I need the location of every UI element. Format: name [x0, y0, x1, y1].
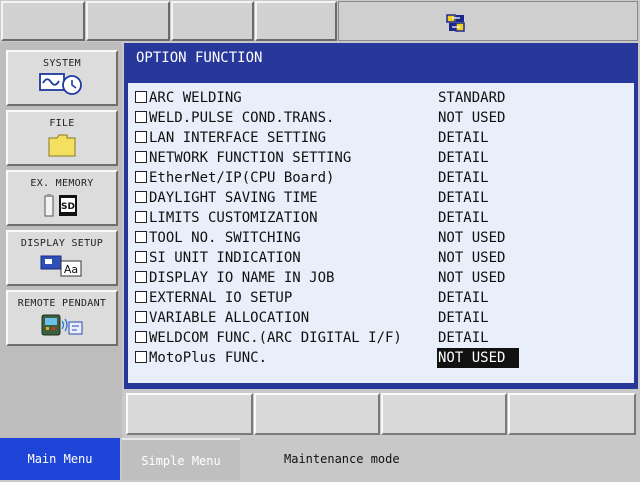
sidebar: SYSTEM FILE EX. MEMORY SD DISPLAY SETUP — [0, 42, 122, 438]
top-button-3[interactable] — [171, 1, 254, 41]
option-name: DISPLAY IO NAME IN JOB — [149, 270, 335, 286]
checkbox[interactable] — [135, 111, 147, 123]
checkbox[interactable] — [135, 191, 147, 203]
sidebar-item-label: FILE — [49, 118, 75, 129]
sd-card-icon: SD — [44, 194, 77, 217]
sidebar-item-label: DISPLAY SETUP — [20, 238, 104, 249]
list-item[interactable]: NETWORK FUNCTION SETTING DETAIL — [135, 148, 630, 168]
option-value[interactable]: STANDARD — [437, 88, 506, 108]
checkbox[interactable] — [135, 351, 147, 363]
softkey-4[interactable] — [508, 393, 636, 435]
list-item[interactable]: MotoPlus FUNC. NOT USED — [135, 348, 630, 368]
top-button-1[interactable] — [1, 1, 85, 41]
option-name: SI UNIT INDICATION — [149, 250, 301, 266]
checkbox[interactable] — [135, 91, 147, 103]
option-name: TOOL NO. SWITCHING — [149, 230, 301, 246]
checkbox[interactable] — [135, 291, 147, 303]
sidebar-item-ex-memory[interactable]: EX. MEMORY SD — [6, 170, 118, 226]
list-item[interactable]: WELDCOM FUNC.(ARC DIGITAL I/F) DETAIL — [135, 328, 630, 348]
list-item[interactable]: DISPLAY IO NAME IN JOB NOT USED — [135, 268, 630, 288]
checkbox[interactable] — [135, 251, 147, 263]
sidebar-item-file[interactable]: FILE — [6, 110, 118, 166]
checkbox[interactable] — [135, 211, 147, 223]
option-name: NETWORK FUNCTION SETTING — [149, 150, 352, 166]
option-value[interactable]: DETAIL — [437, 188, 490, 208]
checkbox[interactable] — [135, 171, 147, 183]
folder-icon — [48, 134, 76, 157]
remote-pendant-icon — [41, 314, 83, 336]
page-title: OPTION FUNCTION — [136, 50, 263, 66]
option-name: MotoPlus FUNC. — [149, 350, 268, 366]
status-area — [338, 1, 638, 41]
sidebar-item-display-setup[interactable]: DISPLAY SETUP Aa — [6, 230, 118, 286]
list-item[interactable]: LIMITS CUSTOMIZATION DETAIL — [135, 208, 630, 228]
list-item[interactable]: VARIABLE ALLOCATION DETAIL — [135, 308, 630, 328]
sidebar-item-system[interactable]: SYSTEM — [6, 50, 118, 106]
top-button-4[interactable] — [255, 1, 337, 41]
option-name: EtherNet/IP(CPU Board) — [149, 170, 335, 186]
sidebar-item-label: EX. MEMORY — [30, 178, 94, 189]
list-item[interactable]: DAYLIGHT SAVING TIME DETAIL — [135, 188, 630, 208]
status-text: Maintenance mode — [242, 438, 640, 480]
option-value[interactable]: DETAIL — [437, 288, 490, 308]
sidebar-item-label: SYSTEM — [43, 58, 81, 69]
option-value[interactable]: NOT USED — [437, 248, 506, 268]
option-name: LAN INTERFACE SETTING — [149, 130, 327, 146]
checkbox[interactable] — [135, 311, 147, 323]
list-item[interactable]: EtherNet/IP(CPU Board) DETAIL — [135, 168, 630, 188]
sidebar-item-remote-pendant[interactable]: REMOTE PENDANT — [6, 290, 118, 346]
sidebar-item-label: REMOTE PENDANT — [17, 298, 107, 309]
svg-text:Aa: Aa — [64, 263, 78, 276]
checkbox[interactable] — [135, 271, 147, 283]
list-item[interactable]: LAN INTERFACE SETTING DETAIL — [135, 128, 630, 148]
option-name: WELD.PULSE COND.TRANS. — [149, 110, 335, 126]
softkey-2[interactable] — [254, 393, 380, 435]
list-item[interactable]: SI UNIT INDICATION NOT USED — [135, 248, 630, 268]
list-item[interactable]: EXTERNAL IO SETUP DETAIL — [135, 288, 630, 308]
option-value[interactable]: DETAIL — [437, 208, 490, 228]
option-value[interactable]: DETAIL — [437, 148, 490, 168]
checkbox[interactable] — [135, 231, 147, 243]
list-item[interactable]: WELD.PULSE COND.TRANS. NOT USED — [135, 108, 630, 128]
softkey-1[interactable] — [126, 393, 253, 435]
option-name: VARIABLE ALLOCATION — [149, 310, 310, 326]
option-value[interactable]: NOT USED — [437, 228, 506, 248]
option-name: LIMITS CUSTOMIZATION — [149, 210, 318, 226]
simple-menu-button[interactable]: Simple Menu — [122, 438, 240, 480]
option-function-panel: OPTION FUNCTION ARC WELDING STANDARD WELD… — [124, 43, 638, 389]
list-item[interactable]: TOOL NO. SWITCHING NOT USED — [135, 228, 630, 248]
option-value[interactable]: DETAIL — [437, 328, 490, 348]
option-value[interactable]: NOT USED — [437, 108, 506, 128]
checkbox[interactable] — [135, 131, 147, 143]
checkbox[interactable] — [135, 151, 147, 163]
option-list: ARC WELDING STANDARD WELD.PULSE COND.TRAN… — [128, 83, 634, 383]
option-name: WELDCOM FUNC.(ARC DIGITAL I/F) — [149, 330, 402, 346]
option-value[interactable]: NOT USED — [437, 268, 506, 288]
option-value-selected[interactable]: NOT USED — [437, 348, 519, 368]
checkbox[interactable] — [135, 331, 147, 343]
status-indicator-icon — [446, 14, 465, 32]
option-name: EXTERNAL IO SETUP — [149, 290, 293, 306]
softkey-3[interactable] — [381, 393, 507, 435]
option-name: ARC WELDING — [149, 90, 242, 106]
top-button-2[interactable] — [86, 1, 170, 41]
svg-text:SD: SD — [61, 202, 75, 212]
option-value[interactable]: DETAIL — [437, 168, 490, 188]
option-value[interactable]: DETAIL — [437, 128, 490, 148]
option-value[interactable]: DETAIL — [437, 308, 490, 328]
main-menu-button[interactable]: Main Menu — [0, 438, 120, 480]
option-name: DAYLIGHT SAVING TIME — [149, 190, 318, 206]
display-setup-icon: Aa — [40, 255, 82, 277]
system-icon — [39, 73, 82, 95]
list-item[interactable]: ARC WELDING STANDARD — [135, 88, 630, 108]
